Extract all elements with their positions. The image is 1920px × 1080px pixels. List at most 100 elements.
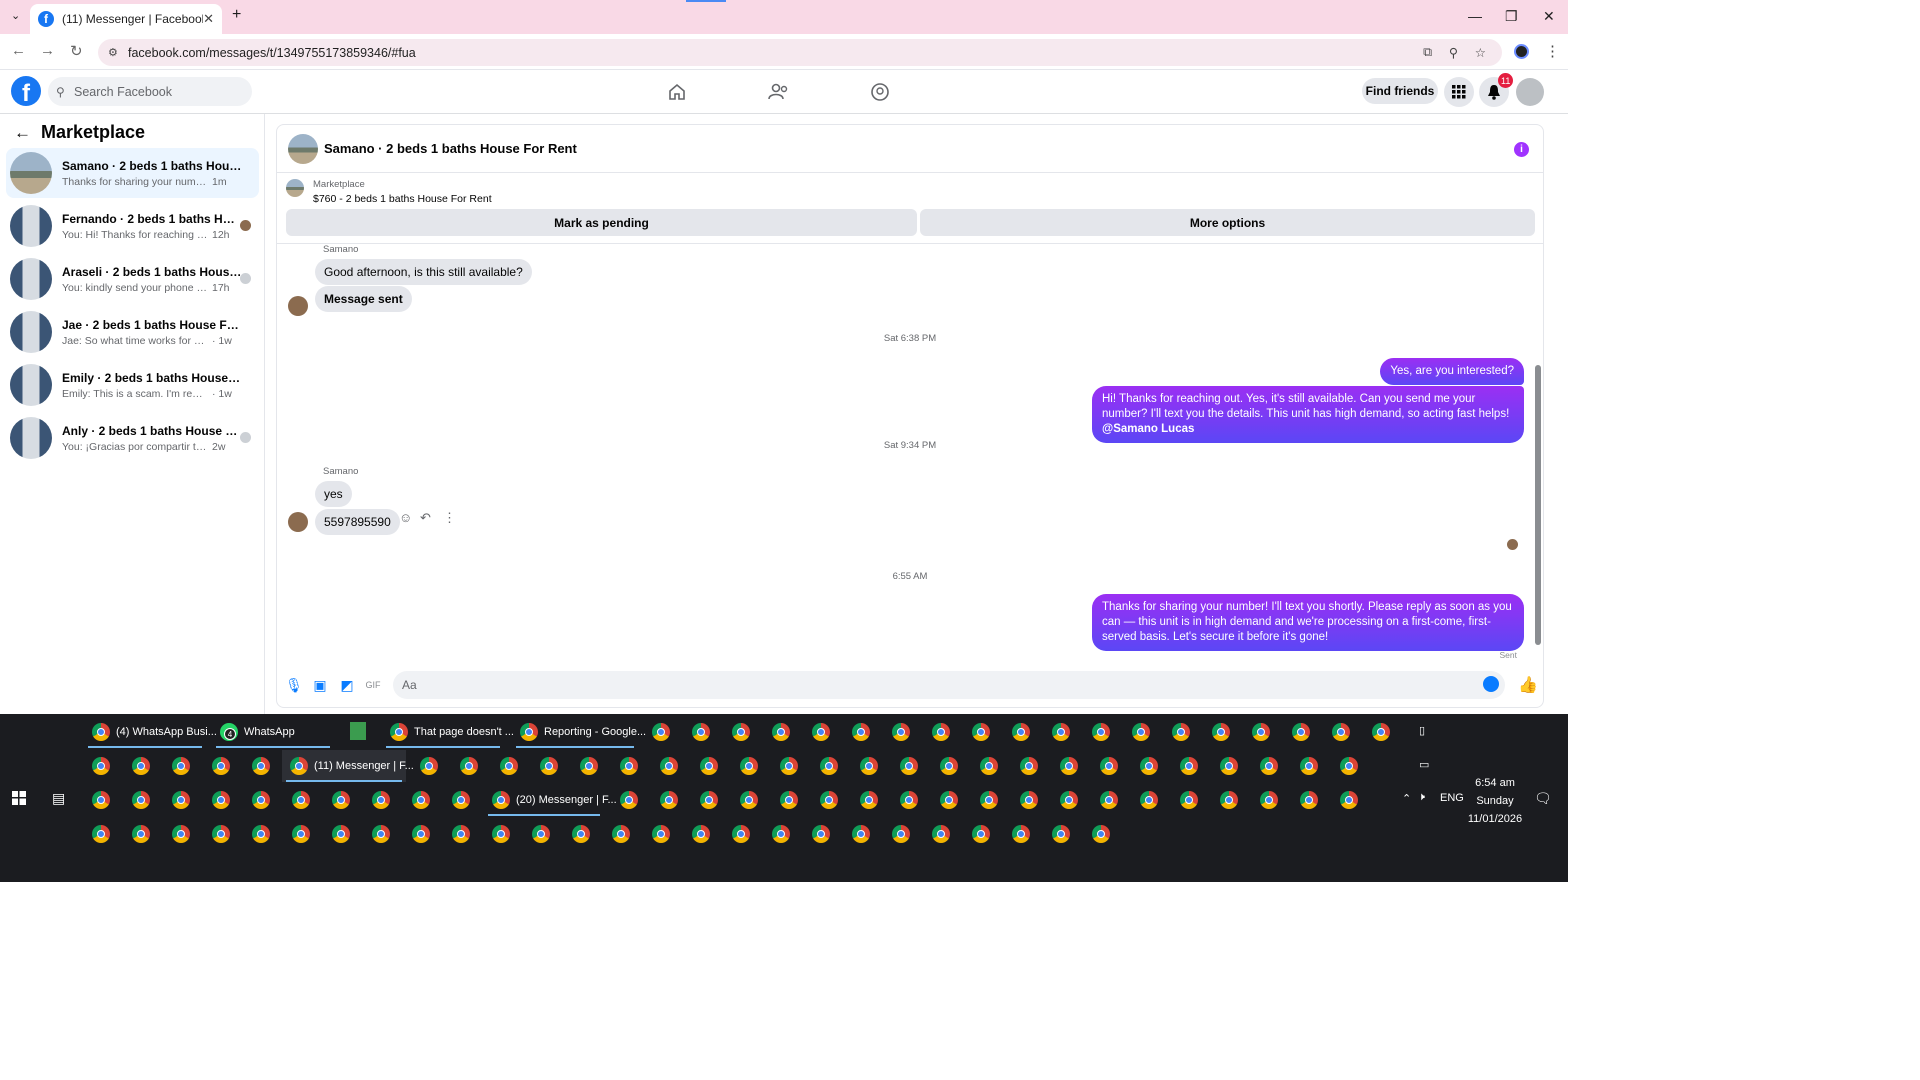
- facebook-logo-icon[interactable]: f: [11, 76, 41, 106]
- pinned-chrome-icon[interactable]: [820, 757, 838, 775]
- pinned-chrome-icon[interactable]: [1132, 723, 1150, 741]
- conversation-item[interactable]: Samano · 2 beds 1 baths House Fo... Than…: [6, 148, 259, 198]
- pinned-chrome-icon[interactable]: [1292, 723, 1310, 741]
- pinned-chrome-icon[interactable]: [452, 825, 470, 843]
- more-options-button[interactable]: More options: [920, 209, 1535, 236]
- pinned-chrome-icon[interactable]: [132, 791, 150, 809]
- windows-start-icon[interactable]: [12, 791, 26, 805]
- task-view-icon[interactable]: ▤: [52, 790, 65, 807]
- new-tab-icon[interactable]: +: [232, 6, 241, 24]
- account-avatar[interactable]: [1516, 78, 1544, 106]
- pinned-chrome-icon[interactable]: [1332, 723, 1350, 741]
- profile-icon[interactable]: [1514, 44, 1529, 59]
- pinned-chrome-icon[interactable]: [92, 825, 110, 843]
- pinned-chrome-icon[interactable]: [972, 723, 990, 741]
- pinned-chrome-icon[interactable]: [1020, 791, 1038, 809]
- pinned-chrome-icon[interactable]: [1012, 825, 1030, 843]
- pinned-chrome-icon[interactable]: [812, 723, 830, 741]
- incoming-message[interactable]: 5597895590: [315, 509, 400, 535]
- pinned-chrome-icon[interactable]: [940, 791, 958, 809]
- conversation-item[interactable]: Fernando · 2 beds 1 baths Hous... You: H…: [6, 201, 259, 251]
- pinned-chrome-icon[interactable]: [1372, 723, 1390, 741]
- pinned-chrome-icon[interactable]: [580, 757, 598, 775]
- site-info-icon[interactable]: ⚙: [108, 46, 118, 59]
- taskbar-overflow-icon[interactable]: ▯: [1419, 724, 1425, 737]
- install-app-icon[interactable]: ⧉: [1423, 45, 1432, 60]
- notifications-center-icon[interactable]: 🗨: [1534, 790, 1552, 807]
- reply-icon[interactable]: ↶: [420, 510, 431, 526]
- conversation-item[interactable]: Araseli · 2 beds 1 baths House F... You:…: [6, 254, 259, 304]
- browser-menu-icon[interactable]: ⋮: [1545, 42, 1560, 60]
- mark-as-pending-button[interactable]: Mark as pending: [286, 209, 917, 236]
- chat-title[interactable]: Samano · 2 beds 1 baths House For Rent: [324, 141, 577, 156]
- pinned-chrome-icon[interactable]: [532, 825, 550, 843]
- incoming-message[interactable]: yes: [315, 481, 352, 507]
- pinned-chrome-icon[interactable]: [660, 791, 678, 809]
- sticker-icon[interactable]: ◩: [338, 676, 356, 694]
- conversation-item[interactable]: Jae · 2 beds 1 baths House For Rent Jae:…: [6, 307, 259, 357]
- desktop-icon[interactable]: ▭: [1419, 758, 1429, 771]
- taskbar-item[interactable]: That page doesn't ...: [382, 716, 514, 748]
- tray-expand-icon[interactable]: ⌃: [1402, 792, 1411, 805]
- pinned-chrome-icon[interactable]: [900, 791, 918, 809]
- groups-icon[interactable]: [870, 82, 890, 102]
- pinned-chrome-icon[interactable]: [132, 757, 150, 775]
- pinned-chrome-icon[interactable]: [452, 791, 470, 809]
- pinned-chrome-icon[interactable]: [852, 723, 870, 741]
- volume-icon[interactable]: 🕨: [1418, 791, 1425, 804]
- taskbar-item[interactable]: (11) Messenger | F...: [282, 750, 414, 782]
- pinned-chrome-icon[interactable]: [172, 757, 190, 775]
- pinned-chrome-icon[interactable]: [772, 723, 790, 741]
- taskbar-item[interactable]: (4) WhatsApp Busi...: [84, 716, 217, 748]
- attach-photo-icon[interactable]: ▣: [311, 676, 329, 694]
- pinned-chrome-icon[interactable]: [1052, 723, 1070, 741]
- pinned-chrome-icon[interactable]: [692, 825, 710, 843]
- pinned-chrome-icon[interactable]: [1300, 791, 1318, 809]
- pinned-chrome-icon[interactable]: [172, 791, 190, 809]
- pinned-chrome-icon[interactable]: [1252, 723, 1270, 741]
- language-indicator[interactable]: ENG: [1440, 792, 1464, 804]
- pinned-chrome-icon[interactable]: [972, 825, 990, 843]
- home-icon[interactable]: [667, 82, 687, 102]
- browser-tab[interactable]: f (11) Messenger | Facebook ✕: [30, 4, 222, 34]
- info-icon[interactable]: i: [1514, 142, 1529, 157]
- pinned-chrome-icon[interactable]: [212, 757, 230, 775]
- pinned-chrome-icon[interactable]: [700, 757, 718, 775]
- restore-icon[interactable]: ❐: [1505, 8, 1518, 25]
- pinned-chrome-icon[interactable]: [292, 825, 310, 843]
- pinned-chrome-icon[interactable]: [252, 825, 270, 843]
- mention[interactable]: @Samano Lucas: [1102, 423, 1194, 435]
- pinned-chrome-icon[interactable]: [252, 791, 270, 809]
- chat-thumbnail[interactable]: [288, 133, 318, 164]
- back-icon[interactable]: ←: [11, 42, 26, 59]
- pinned-chrome-icon[interactable]: [740, 791, 758, 809]
- pinned-chrome-icon[interactable]: [1020, 757, 1038, 775]
- pinned-chrome-icon[interactable]: [1212, 723, 1230, 741]
- microphone-icon[interactable]: 🎙: [285, 676, 303, 694]
- incoming-message[interactable]: Good afternoon, is this still available?: [315, 259, 532, 285]
- pinned-chrome-icon[interactable]: [780, 757, 798, 775]
- pinned-chrome-icon[interactable]: [372, 791, 390, 809]
- outgoing-message[interactable]: Thanks for sharing your number! I'll tex…: [1092, 594, 1524, 651]
- pinned-chrome-icon[interactable]: [652, 723, 670, 741]
- pinned-chrome-icon[interactable]: [772, 825, 790, 843]
- pinned-chrome-icon[interactable]: [860, 757, 878, 775]
- pinned-chrome-icon[interactable]: [540, 757, 558, 775]
- pinned-chrome-icon[interactable]: [1180, 791, 1198, 809]
- conversation-item[interactable]: Emily · 2 beds 1 baths House For R... Em…: [6, 360, 259, 410]
- more-actions-icon[interactable]: ⋮: [443, 510, 456, 526]
- pinned-chrome-icon[interactable]: [1260, 757, 1278, 775]
- pinned-chrome-icon[interactable]: [1172, 723, 1190, 741]
- sender-avatar[interactable]: [288, 512, 308, 532]
- gif-icon[interactable]: GIF: [364, 676, 382, 694]
- pinned-chrome-icon[interactable]: [372, 825, 390, 843]
- pinned-chrome-icon[interactable]: [212, 825, 230, 843]
- scrollbar-thumb[interactable]: [1535, 365, 1541, 645]
- pinned-chrome-icon[interactable]: [1140, 791, 1158, 809]
- pinned-chrome-icon[interactable]: [92, 757, 110, 775]
- pinned-chrome-icon[interactable]: [572, 825, 590, 843]
- pinned-chrome-icon[interactable]: [732, 723, 750, 741]
- pinned-chrome-icon[interactable]: [132, 825, 150, 843]
- sender-avatar[interactable]: [288, 296, 308, 316]
- address-bar[interactable]: ⚙ facebook.com/messages/t/13497551738593…: [98, 39, 1502, 66]
